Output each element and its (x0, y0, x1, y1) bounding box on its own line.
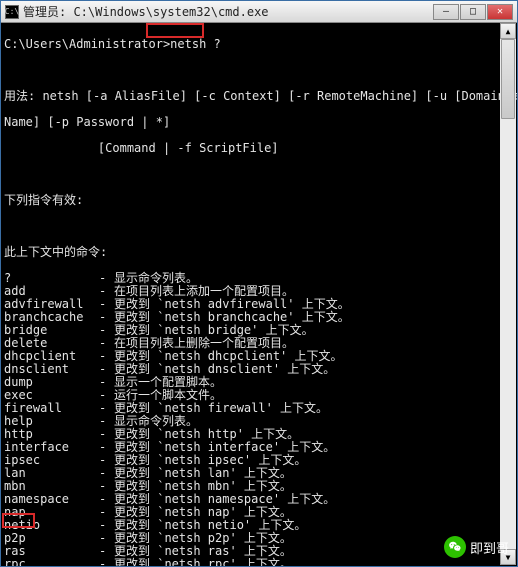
window-title: 管理员: C:\Windows\system32\cmd.exe (23, 3, 433, 20)
command-row: dump- 显示一个配置脚本。 (4, 376, 514, 389)
scroll-thumb[interactable] (501, 39, 515, 119)
command-dash: - (99, 558, 114, 566)
valid-commands-header: 下列指令有效: (4, 194, 514, 207)
blank-line (4, 168, 514, 181)
scroll-track[interactable] (500, 39, 516, 549)
context-commands-header: 此上下文中的命令: (4, 246, 514, 259)
maximize-button[interactable]: □ (460, 4, 486, 20)
usage-text: netsh [-a AliasFile] [-c Context] [-r Re… (35, 89, 517, 103)
titlebar[interactable]: C:\ 管理员: C:\Windows\system32\cmd.exe — □… (1, 1, 517, 23)
wechat-icon (444, 536, 466, 558)
window-buttons: — □ ✕ (433, 4, 513, 20)
scroll-up-button[interactable]: ▲ (500, 23, 516, 39)
command-name: rpc (4, 558, 99, 566)
command-row: firewall- 更改到 `netsh firewall' 上下文。 (4, 402, 514, 415)
usage-line3: [Command | -f ScriptFile] (4, 142, 514, 155)
command-row: dnsclient- 更改到 `netsh dnsclient' 上下文。 (4, 363, 514, 376)
terminal-output[interactable]: C:\Users\Administrator>netsh ? 用法: netsh… (1, 23, 517, 566)
command-desc: 更改到 `netsh rpc' 上下文。 (114, 558, 292, 566)
vertical-scrollbar[interactable]: ▲ ▼ (500, 23, 516, 565)
usage-line2: Name] [-p Password | *] (4, 116, 514, 129)
watermark-text: 即到哥 (470, 538, 509, 557)
highlight-netsh-cmd (146, 23, 204, 38)
prompt-line: C:\Users\Administrator>netsh ? (4, 38, 514, 51)
watermark: 即到哥 (444, 536, 509, 558)
command-row: rpc- 更改到 `netsh rpc' 上下文。 (4, 558, 514, 566)
cmd-icon: C:\ (5, 5, 19, 19)
close-button[interactable]: ✕ (487, 4, 513, 20)
blank-line (4, 64, 514, 77)
command-list: ?- 显示命令列表。add- 在项目列表上添加一个配置项目。advfirewal… (4, 272, 514, 566)
blank-line (4, 220, 514, 233)
usage-label: 用法: (4, 89, 35, 103)
prompt-command: netsh ? (170, 37, 221, 51)
usage-line1: 用法: netsh [-a AliasFile] [-c Context] [-… (4, 90, 514, 103)
prompt-path: C:\Users\Administrator> (4, 37, 170, 51)
minimize-button[interactable]: — (433, 4, 459, 20)
cmd-window: C:\ 管理员: C:\Windows\system32\cmd.exe — □… (0, 0, 518, 567)
